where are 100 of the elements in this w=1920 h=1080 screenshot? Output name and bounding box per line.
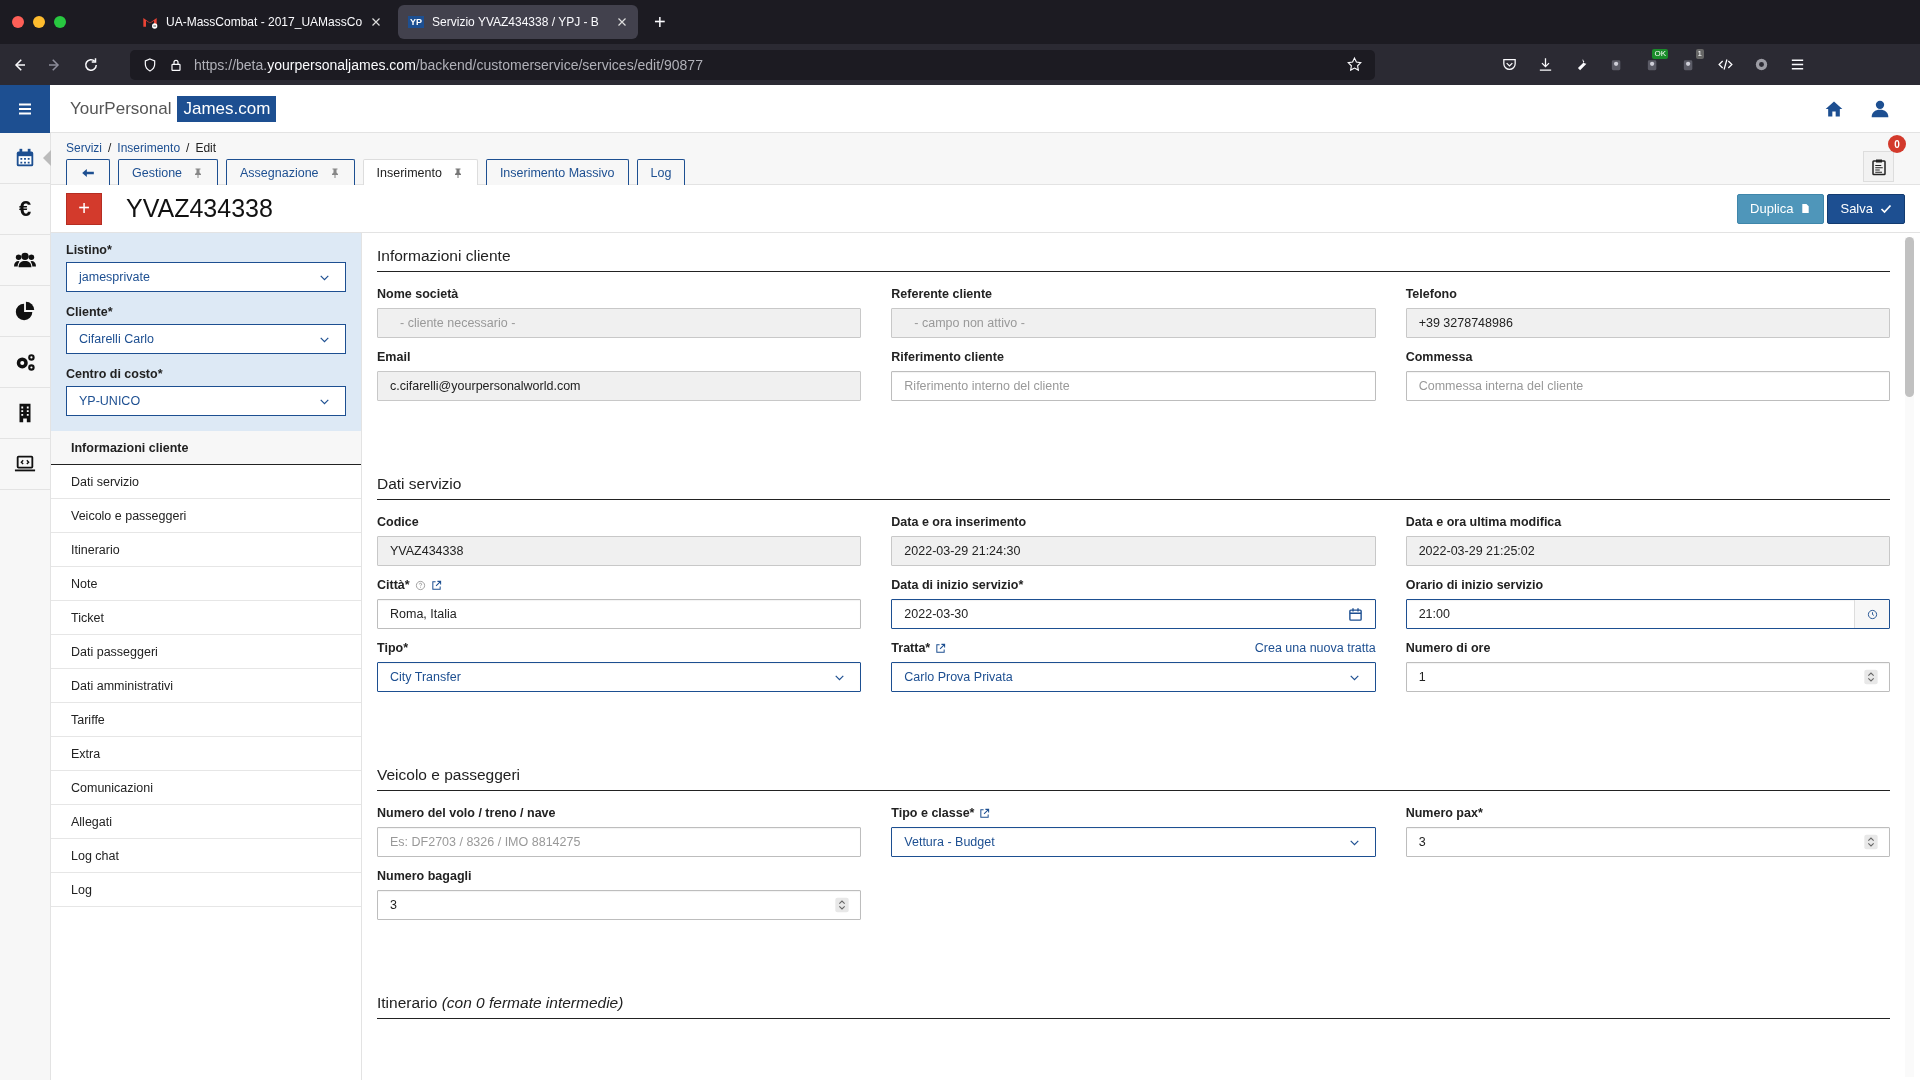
field-label: Commessa — [1405, 350, 1473, 364]
number-field[interactable]: 3 — [1405, 827, 1890, 857]
breadcrumb-link[interactable]: Inserimento — [117, 141, 181, 155]
code-icon[interactable] — [1717, 56, 1734, 73]
field-label: Città* — [377, 578, 410, 592]
address-bar[interactable]: https://beta.yourpersonaljames.com/backend/customerservice/services/edit/90877 — [130, 49, 1375, 80]
zoom-window-button[interactable] — [54, 16, 66, 28]
minimize-window-button[interactable] — [33, 16, 45, 28]
number-field[interactable]: 1 — [1405, 662, 1890, 692]
tab[interactable]: Inserimento Massivo — [485, 159, 629, 185]
field-label: Email — [377, 350, 411, 364]
input-field[interactable]: c.cifarelli@yourpersonalworld.com — [377, 371, 862, 401]
close-window-button[interactable] — [12, 16, 24, 28]
sidebar-item[interactable]: Informazioni cliente — [51, 431, 361, 465]
logo-text: James.com — [177, 95, 277, 122]
breadcrumb-link[interactable]: Servizi — [66, 141, 102, 155]
clipboard-button[interactable] — [1863, 151, 1894, 182]
sidebar-item[interactable]: Dati amministrativi — [51, 669, 361, 703]
sidebar-item[interactable]: Log chat — [51, 839, 361, 873]
field-label: Numero bagagli — [377, 869, 472, 883]
time-field[interactable]: 21:00 — [1405, 599, 1890, 629]
save-button[interactable]: Salva — [1827, 193, 1905, 224]
back-tab[interactable] — [66, 159, 110, 185]
pocket-icon[interactable] — [1501, 56, 1518, 73]
external-link-icon[interactable] — [935, 642, 947, 654]
new-tab-button[interactable]: + — [654, 10, 666, 34]
user-icon[interactable] — [1870, 98, 1890, 119]
field-label: Nome società — [377, 287, 459, 301]
field-label: Tipo* — [377, 641, 409, 655]
select-field[interactable]: Cifarelli Carlo — [66, 324, 346, 354]
pie-icon — [14, 300, 36, 322]
add-button[interactable]: + — [66, 192, 102, 225]
select-field[interactable]: YP-UNICO — [66, 386, 346, 416]
page-title: YVAZ434338 — [126, 194, 273, 223]
section-heading: Veicolo e passeggeri — [377, 766, 1890, 791]
sidebar-item[interactable]: Log — [51, 873, 361, 907]
close-icon[interactable] — [616, 16, 629, 28]
sidebar-item[interactable]: Dati passeggeri — [51, 635, 361, 669]
notification-badge: 0 — [1888, 135, 1906, 153]
input-field[interactable]: YVAZ434338 — [377, 536, 862, 566]
profile-icon[interactable] — [1753, 56, 1770, 73]
number-field[interactable]: 3 — [377, 890, 862, 920]
scrollbar[interactable] — [1905, 237, 1914, 1077]
star-icon[interactable] — [1346, 56, 1363, 73]
file-icon — [1800, 203, 1812, 214]
sidebar-item[interactable]: Note — [51, 567, 361, 601]
menu-button[interactable] — [0, 84, 50, 133]
external-link-icon[interactable] — [979, 807, 991, 819]
tab[interactable]: Assegnazione — [226, 159, 355, 185]
tab-title: Servizio YVAZ434338 / YPJ - B — [432, 15, 600, 29]
tab[interactable]: Inserimento — [362, 159, 478, 185]
breadcrumb-current: Edit — [195, 141, 217, 155]
browser-tab[interactable]: YP Servizio YVAZ434338 / YPJ - B — [398, 5, 639, 39]
select-field[interactable]: City Transfer — [377, 662, 862, 692]
spinner-icon[interactable] — [834, 896, 851, 914]
sidebar-item[interactable]: Dati servizio — [51, 465, 361, 499]
sidebar-item[interactable]: Ticket — [51, 601, 361, 635]
sidebar-item[interactable]: Tariffe — [51, 703, 361, 737]
input-field[interactable]: Roma, Italia — [377, 599, 862, 629]
extension-badge: 1 — [1695, 49, 1704, 59]
select-field[interactable]: jamesprivate — [66, 262, 346, 292]
external-link-icon[interactable] — [430, 579, 442, 591]
date-field[interactable]: 2022-03-30 — [891, 599, 1376, 629]
breadcrumb-separator: / — [186, 141, 190, 155]
input-field[interactable]: 2022-03-29 21:25:02 — [1405, 536, 1890, 566]
tab[interactable]: Log — [636, 159, 686, 185]
download-icon[interactable] — [1537, 56, 1554, 73]
spinner-icon[interactable] — [1863, 668, 1879, 686]
rail-item[interactable]: € — [0, 184, 50, 235]
sidebar-item[interactable]: Comunicazioni — [51, 771, 361, 805]
input-field[interactable]: 2022-03-29 21:24:30 — [891, 536, 1376, 566]
sidebar-item[interactable]: Allegati — [51, 805, 361, 839]
field-label: Tratta* — [891, 641, 931, 655]
clipboard-icon — [1869, 157, 1888, 176]
tab[interactable]: Gestione — [118, 159, 219, 185]
field-label: Codice — [377, 515, 419, 529]
spinner-icon[interactable] — [1863, 833, 1879, 851]
check-icon — [1880, 202, 1892, 215]
calendar-icon — [14, 147, 36, 169]
field-label: Telefono — [1405, 287, 1457, 301]
field-label: Centro di costo* — [66, 367, 164, 381]
sidebar-item[interactable]: Extra — [51, 737, 361, 771]
field-label: Data e ora inserimento — [891, 515, 1027, 529]
reload-icon[interactable] — [82, 55, 100, 74]
logo-text: YourPersonal — [70, 98, 172, 119]
sidebar-item[interactable]: Veicolo e passeggeri — [51, 499, 361, 533]
sidebar-item[interactable]: Itinerario — [51, 533, 361, 567]
select-field[interactable]: Vettura - Budget — [891, 827, 1376, 857]
field-label: Numero del volo / treno / nave — [377, 806, 556, 820]
site-icon: YP — [408, 16, 425, 28]
field-label: Tipo e classe* — [891, 806, 975, 820]
field-label: Orario di inizio servizio — [1405, 578, 1544, 592]
browser-tab[interactable]: UA-MassCombat - 2017_UAMassCo — [132, 5, 393, 39]
close-icon[interactable] — [370, 16, 383, 28]
section-heading: Informazioni cliente — [377, 247, 1890, 272]
select-field[interactable]: Carlo Prova Privata — [891, 662, 1376, 692]
create-link[interactable]: Crea una nuova tratta — [1254, 641, 1376, 655]
field-label: Data e ora ultima modifica — [1405, 515, 1562, 529]
input-field[interactable]: +39 3278748986 — [1405, 308, 1890, 338]
shield-icon — [142, 56, 158, 73]
